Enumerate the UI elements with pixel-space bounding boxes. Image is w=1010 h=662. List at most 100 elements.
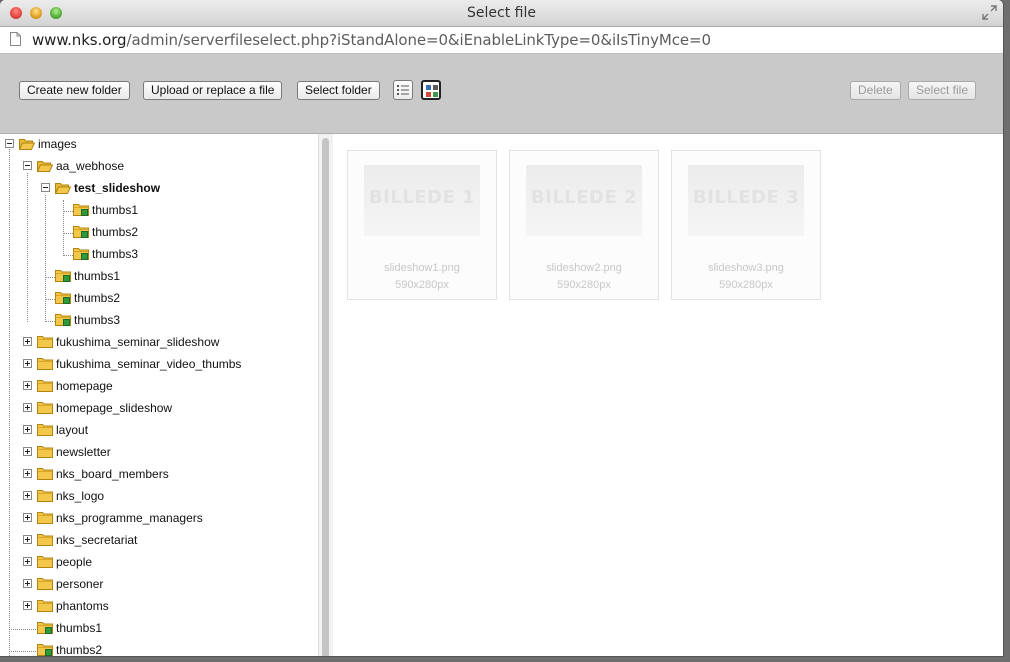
folder-icon xyxy=(37,402,53,414)
tree-node[interactable]: thumbs1 xyxy=(0,266,318,286)
folder-icon xyxy=(37,424,53,436)
expand-toggle-icon[interactable] xyxy=(23,337,32,346)
tree-node-label: newsletter xyxy=(56,445,111,459)
upload-file-button[interactable]: Upload or replace a file xyxy=(143,81,283,100)
folder-icon xyxy=(55,292,71,304)
file-card[interactable]: BILLEDE 3 slideshow3.png 590x280px xyxy=(671,150,821,300)
tree-node-label: aa_webhose xyxy=(56,159,125,173)
select-file-window: Select file www.nks.org/admin/serverfile… xyxy=(0,0,1003,656)
tree-node-label: fukushima_seminar_slideshow xyxy=(56,335,220,349)
file-dimensions: 590x280px xyxy=(557,279,611,291)
expand-toggle-icon[interactable] xyxy=(23,447,32,456)
expand-toggle-icon[interactable] xyxy=(23,381,32,390)
tree-node-label: thumbs2 xyxy=(74,291,121,305)
file-name: slideshow3.png xyxy=(708,262,784,274)
tree-node[interactable]: homepage_slideshow xyxy=(0,398,318,418)
tree-node[interactable]: images xyxy=(0,134,318,154)
scrollbar-thumb[interactable] xyxy=(322,138,329,656)
tree-node-label: homepage_slideshow xyxy=(56,401,173,415)
expand-toggle-icon[interactable] xyxy=(23,557,32,566)
tree-node-label: people xyxy=(56,555,93,569)
folder-icon xyxy=(37,380,53,392)
expand-toggle-icon[interactable] xyxy=(23,601,32,610)
tree-node[interactable]: thumbs2 xyxy=(0,288,318,308)
expand-toggle-icon[interactable] xyxy=(23,359,32,368)
list-view-button[interactable] xyxy=(393,80,413,100)
tree-node[interactable]: people xyxy=(0,552,318,572)
tree-node-label: layout xyxy=(56,423,89,437)
folder-icon xyxy=(73,226,89,238)
file-card[interactable]: BILLEDE 1 slideshow1.png 590x280px xyxy=(347,150,497,300)
expand-toggle-icon[interactable] xyxy=(23,425,32,434)
folder-tree: images aa_webhose test_slideshow thumbs1 thu… xyxy=(0,134,318,656)
tree-node-label: nks_logo xyxy=(56,489,105,503)
tree-node-label: fukushima_seminar_video_thumbs xyxy=(56,357,242,371)
tree-node-label: personer xyxy=(56,577,104,591)
folder-icon xyxy=(55,270,71,282)
url-host: www.nks.org xyxy=(32,31,127,49)
tree-node[interactable]: thumbs1 xyxy=(0,618,318,638)
tree-node[interactable]: newsletter xyxy=(0,442,318,462)
url-text: www.nks.org/admin/serverfileselect.php?i… xyxy=(32,31,711,49)
expand-toggle-icon[interactable] xyxy=(23,535,32,544)
select-file-button[interactable]: Select file xyxy=(908,81,977,100)
folder-icon xyxy=(37,600,53,612)
tree-node-label: thumbs2 xyxy=(56,643,103,656)
expand-toggle-icon[interactable] xyxy=(23,469,32,478)
tree-node[interactable]: nks_board_members xyxy=(0,464,318,484)
tree-node[interactable]: nks_programme_managers xyxy=(0,508,318,528)
open-folder-icon xyxy=(55,183,71,194)
tree-node-label: thumbs3 xyxy=(74,313,121,327)
tree-node-label: test_slideshow xyxy=(74,181,161,195)
tree-node[interactable]: test_slideshow xyxy=(0,178,318,198)
expand-toggle-icon[interactable] xyxy=(23,491,32,500)
tree-node[interactable]: homepage xyxy=(0,376,318,396)
tree-node[interactable]: phantoms xyxy=(0,596,318,616)
thumbnail-label: BILLEDE 1 xyxy=(368,187,476,208)
create-new-folder-button[interactable]: Create new folder xyxy=(19,81,130,100)
tree-node-label: homepage xyxy=(56,379,113,393)
tree-node-label: thumbs2 xyxy=(92,225,139,239)
tree-node[interactable]: layout xyxy=(0,420,318,440)
tree-node[interactable]: thumbs3 xyxy=(0,310,318,330)
tree-node[interactable]: fukushima_seminar_video_thumbs xyxy=(0,354,318,374)
collapse-toggle-icon[interactable] xyxy=(41,183,50,192)
expand-toggle-icon[interactable] xyxy=(23,403,32,412)
file-dimensions: 590x280px xyxy=(395,279,449,291)
folder-icon xyxy=(37,534,53,546)
select-folder-button[interactable]: Select folder xyxy=(297,81,380,100)
tree-node[interactable]: thumbs2 xyxy=(0,222,318,242)
tree-node-label: nks_programme_managers xyxy=(56,511,203,525)
file-thumbnail: BILLEDE 2 xyxy=(526,165,642,236)
file-dimensions: 590x280px xyxy=(719,279,773,291)
folder-icon xyxy=(73,248,89,260)
tree-node[interactable]: aa_webhose xyxy=(0,156,318,176)
tree-node[interactable]: nks_logo xyxy=(0,486,318,506)
tree-node[interactable]: nks_secretariat xyxy=(0,530,318,550)
tree-node[interactable]: thumbs1 xyxy=(0,200,318,220)
folder-icon xyxy=(55,314,71,326)
folder-icon xyxy=(37,578,53,590)
expand-toggle-icon[interactable] xyxy=(23,513,32,522)
title-bar: Select file xyxy=(0,0,1003,27)
folder-icon xyxy=(37,336,53,348)
thumbnail-view-button[interactable] xyxy=(421,80,441,100)
address-bar[interactable]: www.nks.org/admin/serverfileselect.php?i… xyxy=(0,27,1003,54)
tree-scrollbar[interactable] xyxy=(318,134,334,656)
tree-node[interactable]: personer xyxy=(0,574,318,594)
fullscreen-icon[interactable] xyxy=(982,5,997,20)
tree-node-label: nks_board_members xyxy=(56,467,169,481)
window-title: Select file xyxy=(467,5,536,21)
collapse-toggle-icon[interactable] xyxy=(23,161,32,170)
tree-node[interactable]: thumbs2 xyxy=(0,640,318,656)
page-icon xyxy=(10,32,21,46)
file-card[interactable]: BILLEDE 2 slideshow2.png 590x280px xyxy=(509,150,659,300)
tree-node[interactable]: fukushima_seminar_slideshow xyxy=(0,332,318,352)
delete-button[interactable]: Delete xyxy=(850,81,901,100)
collapse-toggle-icon[interactable] xyxy=(5,139,14,148)
file-grid: BILLEDE 1 slideshow1.png 590x280px BILLE… xyxy=(333,134,1003,656)
tree-node[interactable]: thumbs3 xyxy=(0,244,318,264)
tree-node-label: images xyxy=(38,137,77,151)
open-folder-icon xyxy=(19,139,35,150)
expand-toggle-icon[interactable] xyxy=(23,579,32,588)
